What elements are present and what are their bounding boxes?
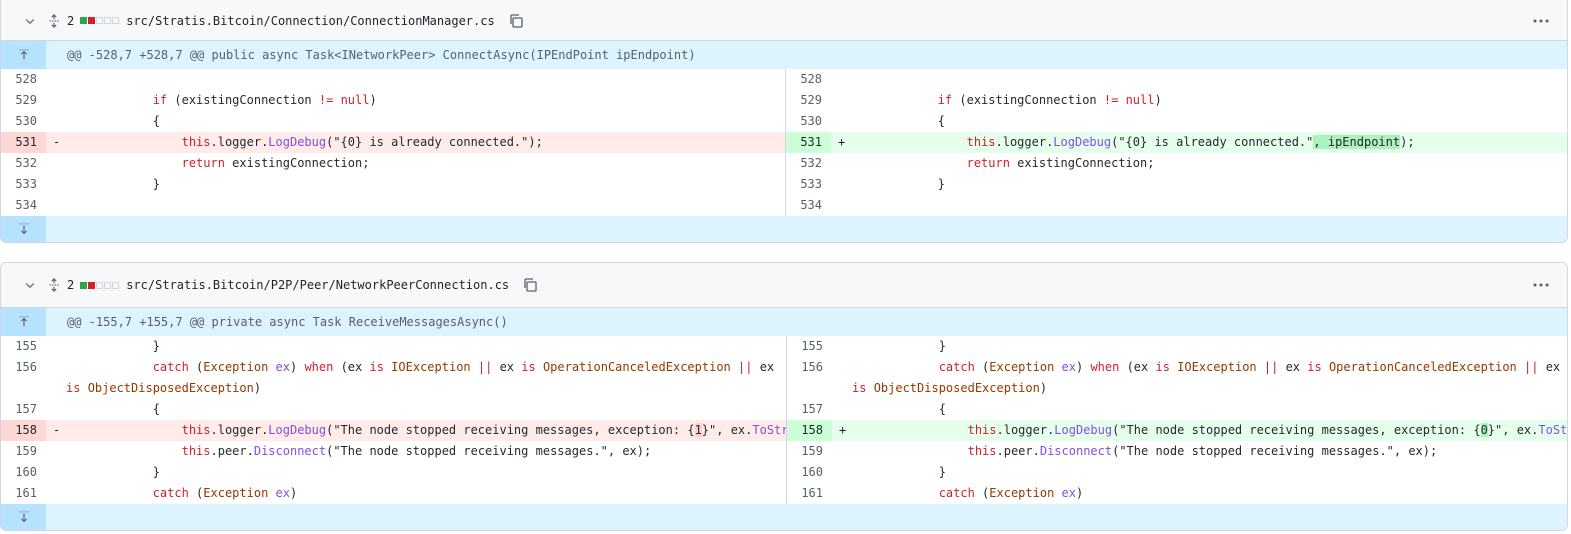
change-count: 2	[67, 278, 75, 292]
diff-line: 160 }	[801, 465, 946, 479]
diff-line: 529 if (existingConnection != null)	[15, 93, 377, 107]
diff-line: 156 catch (Exception ex) when (ex is IOE…	[801, 360, 1568, 395]
left-side: 528 529 if (existingConnection != null) …	[1, 69, 785, 216]
diff-line: 159 this.peer.Disconnect("The node stopp…	[15, 444, 652, 458]
hunk-header: @@ -155,7 +155,7 @@ private async Task R…	[1, 308, 1567, 336]
diff-line: 529 if (existingConnection != null)	[800, 93, 1162, 107]
diff-line: 534	[15, 198, 37, 212]
diff-line: 161 catch (Exception ex)	[15, 486, 298, 500]
right-side: 155 } 156 catch (Exception ex) when (ex …	[786, 336, 1568, 504]
diff-line: 530 {	[15, 114, 160, 128]
diff-line: 532 return existingConnection;	[800, 156, 1155, 170]
diff-line: 530 {	[800, 114, 945, 128]
split-diff: 528 529 if (existingConnection != null) …	[1, 69, 1567, 216]
right-side: 528 529 if (existingConnection != null) …	[785, 69, 1567, 216]
diffstat-blocks	[80, 281, 120, 289]
diff-line: 528	[15, 72, 37, 86]
deleted-line: 531- this.logger.LogDebug("{0} is alread…	[1, 132, 785, 153]
diff-file-network-peer-connection: 2 src/Stratis.Bitcoin/P2P/Peer/NetworkPe…	[0, 262, 1568, 531]
diffstat-blocks	[80, 17, 120, 24]
hunk-footer	[1, 504, 1567, 530]
added-line: 531 + this.logger.LogDebug("{0} is alread…	[786, 132, 1567, 153]
file-header: 2 src/Stratis.Bitcoin/P2P/Peer/NetworkPe…	[1, 263, 1567, 308]
diff-line: 155 }	[801, 339, 946, 353]
fold-down-icon[interactable]	[1, 216, 46, 242]
kebab-horizontal-icon[interactable]	[1531, 13, 1551, 29]
file-path[interactable]: src/Stratis.Bitcoin/Connection/Connectio…	[126, 14, 494, 28]
diff-line: 534	[800, 198, 822, 212]
chevron-down-icon[interactable]	[21, 276, 39, 294]
fold-down-icon[interactable]	[1, 504, 46, 530]
chevron-down-icon[interactable]	[21, 12, 39, 30]
hunk-header: @@ -528,7 +528,7 @@ public async Task<IN…	[1, 41, 1567, 69]
diff-line: 159 this.peer.Disconnect("The node stopp…	[801, 444, 1438, 458]
file-header: 2 src/Stratis.Bitcoin/Connection/Connect…	[1, 0, 1567, 41]
unfold-icon[interactable]	[46, 276, 62, 294]
diff-line: 157 {	[801, 402, 946, 416]
diff-line: 532 return existingConnection;	[15, 156, 370, 170]
deleted-line: 158- this.logger.LogDebug("The node stop…	[1, 420, 839, 441]
split-diff: 155 } 156 catch (Exception ex) when (ex …	[1, 336, 1567, 504]
fold-up-icon[interactable]	[1, 308, 46, 336]
diff-line: 533 }	[800, 177, 945, 191]
diff-line: 155 }	[15, 339, 160, 353]
change-count: 2	[67, 13, 75, 28]
hunk-header-text: @@ -155,7 +155,7 @@ private async Task R…	[67, 315, 508, 329]
unfold-icon[interactable]	[46, 12, 62, 30]
copy-icon[interactable]	[508, 13, 524, 29]
diff-line: 160 }	[15, 465, 160, 479]
copy-icon[interactable]	[522, 277, 538, 293]
left-side: 155 } 156 catch (Exception ex) when (ex …	[1, 336, 839, 504]
diff-line: 156 catch (Exception ex) when (ex is IOE…	[15, 360, 782, 395]
hunk-header-text: @@ -528,7 +528,7 @@ public async Task<IN…	[67, 48, 696, 62]
file-path[interactable]: src/Stratis.Bitcoin/P2P/Peer/NetworkPeer…	[126, 278, 509, 292]
fold-up-icon[interactable]	[1, 41, 46, 69]
diff-line: 161 catch (Exception ex)	[801, 486, 1084, 500]
diff-file-connection-manager: 2 src/Stratis.Bitcoin/Connection/Connect…	[0, 0, 1568, 243]
added-line: 158 + this.logger.LogDebug("The node stop…	[787, 420, 1567, 441]
hunk-footer	[1, 216, 1567, 242]
diff-line: 533 }	[15, 177, 160, 191]
kebab-horizontal-icon[interactable]	[1531, 277, 1551, 293]
diff-line: 528	[800, 72, 822, 86]
diff-line: 157 {	[15, 402, 160, 416]
